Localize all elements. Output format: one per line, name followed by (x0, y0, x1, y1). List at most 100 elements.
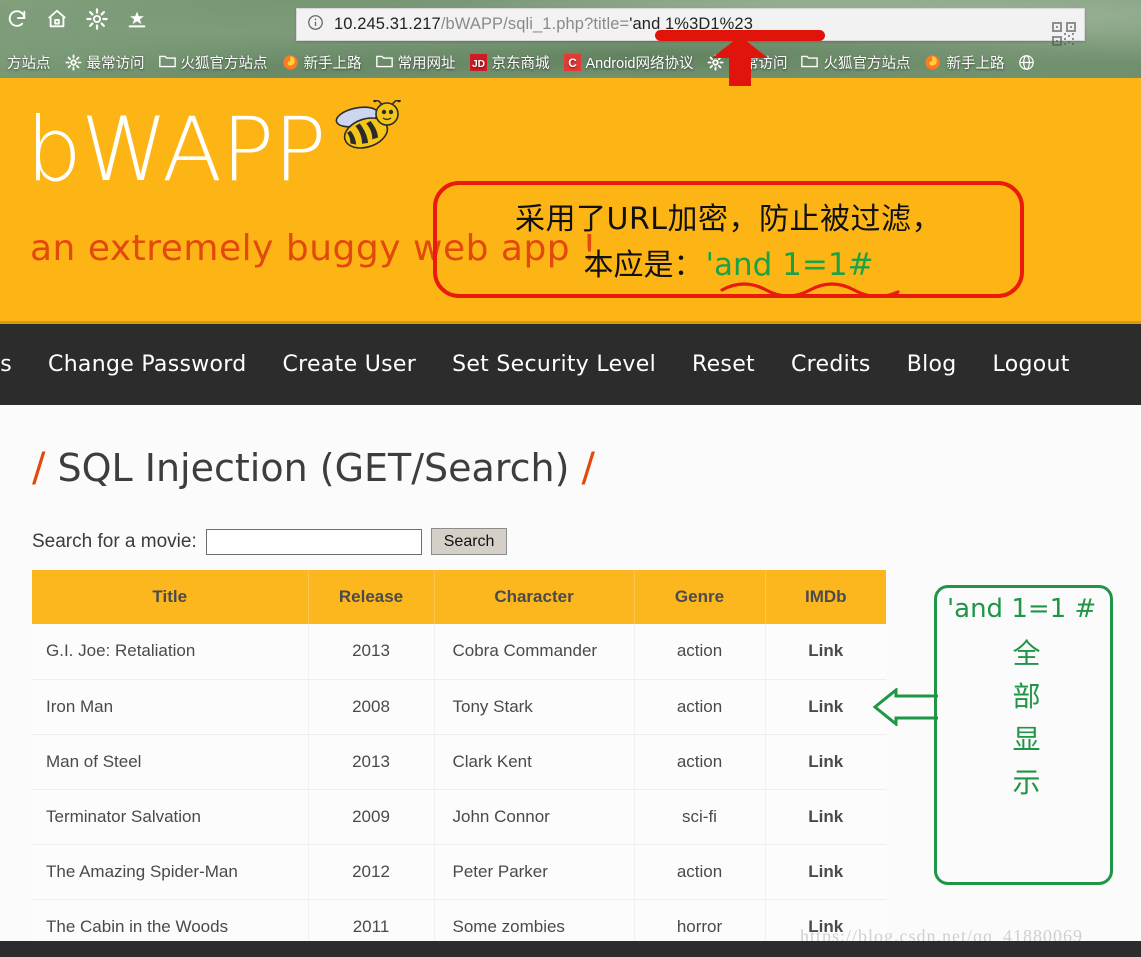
bookmark-label: 常用网址 (397, 56, 456, 72)
annotation-line-2-prefix: 本应是： (583, 248, 704, 283)
info-circle-icon[interactable] (307, 14, 324, 36)
cell-character: Cobra Commander (434, 624, 635, 680)
title-slash-right: / (581, 445, 595, 491)
bookmark-item[interactable]: JD 京东商城 (463, 52, 557, 73)
cell-release: 2013 (308, 734, 435, 790)
bookmark-item[interactable]: 新手上路 (917, 52, 1011, 73)
bookmark-label: 方站点 (7, 56, 51, 72)
url-path: /bWAPP/sqli_1.php?title= (440, 15, 630, 33)
column-header-title: Title (32, 570, 309, 624)
imdb-link[interactable]: Link (765, 844, 886, 900)
bookmark-item[interactable] (1011, 54, 1042, 71)
cell-genre: action (634, 734, 766, 790)
annotation-green-char: 全 (1012, 637, 1041, 670)
bookmark-item[interactable]: 新手上路 (275, 52, 369, 73)
page-footer-strip (0, 941, 1141, 957)
main-navigation: gs Change Password Create User Set Secur… (0, 321, 1141, 405)
svg-text:JD: JD (471, 59, 484, 70)
table-header-row: Title Release Character Genre IMDb (32, 570, 886, 624)
search-form: Search for a movie: Search (32, 528, 508, 555)
cell-genre: action (634, 844, 766, 900)
nav-item-set-security-level[interactable]: Set Security Level (434, 352, 674, 377)
movies-table: Title Release Character Genre IMDb G.I. … (32, 570, 886, 955)
nav-item-blog[interactable]: Blog (889, 352, 975, 377)
bookmark-label: 新手上路 (303, 56, 362, 72)
cell-character: Tony Stark (434, 679, 635, 735)
search-label: Search for a movie: (32, 530, 197, 552)
imdb-link[interactable]: Link (765, 679, 886, 735)
bookmark-label: 京东商城 (491, 56, 550, 72)
folder-icon (158, 54, 176, 71)
logo-text: bWAPP (26, 98, 326, 201)
annotation-green-vertical-text: 全 部 显 示 (937, 640, 1116, 797)
nav-item-reset[interactable]: Reset (674, 352, 773, 377)
annotation-payload: 'and 1=1# (705, 247, 874, 283)
table-row: Iron Man 2008 Tony Stark action Link (32, 679, 886, 735)
cell-character: Peter Parker (434, 844, 635, 900)
bookmark-item[interactable]: 火狐官方站点 (152, 52, 275, 73)
annotation-line-2: 本应是： 'and 1=1# (583, 240, 873, 285)
nav-item-logout[interactable]: Logout (975, 352, 1088, 377)
globe-icon (1018, 54, 1035, 71)
csdn-icon: C (563, 54, 581, 71)
bookmark-label: 火狐官方站点 (180, 56, 268, 72)
cell-title: Man of Steel (32, 734, 309, 790)
cell-release: 2009 (308, 789, 435, 845)
site-logo[interactable]: bWAPP (26, 98, 326, 201)
bookmark-label: 最常访问 (86, 56, 145, 72)
bookmark-item[interactable]: 最常访问 (58, 52, 152, 73)
gear-icon[interactable] (86, 8, 108, 30)
imdb-link[interactable]: Link (765, 789, 886, 845)
column-header-genre: Genre (634, 570, 766, 624)
column-header-imdb: IMDb (765, 570, 886, 624)
page-title-text: SQL Injection (GET/Search) (57, 446, 570, 490)
url-host: 10.245.31.217 (334, 15, 441, 33)
annotation-green-callout: 'and 1=1 # 全 部 显 示 (934, 585, 1113, 885)
bee-icon (330, 98, 402, 157)
cell-title: The Amazing Spider-Man (32, 844, 309, 900)
home-icon[interactable] (46, 8, 68, 30)
search-input[interactable] (205, 528, 422, 555)
bookmark-item[interactable]: 常用网址 (369, 52, 463, 73)
site-header: bWAPP an extremely buggy web app ! 采用了UR… (0, 78, 1141, 321)
annotation-green-char: 部 (1012, 680, 1041, 713)
cell-release: 2012 (308, 844, 435, 900)
annotation-green-char: 显 (1012, 723, 1041, 756)
nav-item-bugs[interactable]: gs (0, 352, 30, 377)
gear-icon (64, 54, 82, 71)
toolbar-icon-group (6, 8, 148, 30)
browser-chrome: 10.245.31.217/bWAPP/sqli_1.php?title='an… (0, 0, 1141, 78)
cell-title: G.I. Joe: Retaliation (32, 624, 309, 680)
firefox-icon (282, 54, 299, 71)
bookmark-label: 新手上路 (946, 56, 1005, 72)
imdb-link[interactable]: Link (765, 624, 886, 680)
table-row: Man of Steel 2013 Clark Kent action Link (32, 734, 886, 790)
search-button[interactable]: Search (430, 528, 508, 555)
imdb-link[interactable]: Link (765, 734, 886, 790)
qr-code-icon[interactable] (1052, 21, 1076, 47)
nav-item-change-password[interactable]: Change Password (30, 352, 264, 377)
bookmark-star-icon[interactable] (126, 8, 148, 30)
table-row: The Amazing Spider-Man 2012 Peter Parker… (32, 844, 886, 900)
nav-item-create-user[interactable]: Create User (265, 352, 435, 377)
jd-icon: JD (469, 54, 487, 71)
cell-title: Iron Man (32, 679, 309, 735)
annotation-line-1: 采用了URL加密，防止被过滤， (514, 202, 943, 237)
cell-genre: action (634, 679, 766, 735)
browser-toolbar: 10.245.31.217/bWAPP/sqli_1.php?title='an… (0, 0, 1141, 47)
annotation-red-callout: 采用了URL加密，防止被过滤， 本应是： 'and 1=1# (433, 181, 1024, 298)
left-arrow-icon (872, 686, 940, 728)
title-slash-left: / (32, 445, 46, 491)
column-header-release: Release (308, 570, 435, 624)
bookmark-item[interactable]: 方站点 (0, 52, 58, 73)
cell-genre: sci-fi (634, 789, 766, 845)
cell-release: 2013 (308, 624, 435, 680)
bookmarks-bar: 方站点 最常访问 火狐官方站点 新手上路 常用网址 JD 京东商城 C Andr… (0, 47, 1141, 78)
page-root: 10.245.31.217/bWAPP/sqli_1.php?title= 'an… (0, 0, 1141, 957)
annotation-green-payload: 'and 1=1 # (947, 594, 1097, 624)
reload-icon[interactable] (6, 8, 28, 30)
folder-icon (375, 54, 393, 71)
firefox-icon (924, 54, 941, 71)
column-header-character: Character (434, 570, 635, 624)
nav-item-credits[interactable]: Credits (773, 352, 889, 377)
